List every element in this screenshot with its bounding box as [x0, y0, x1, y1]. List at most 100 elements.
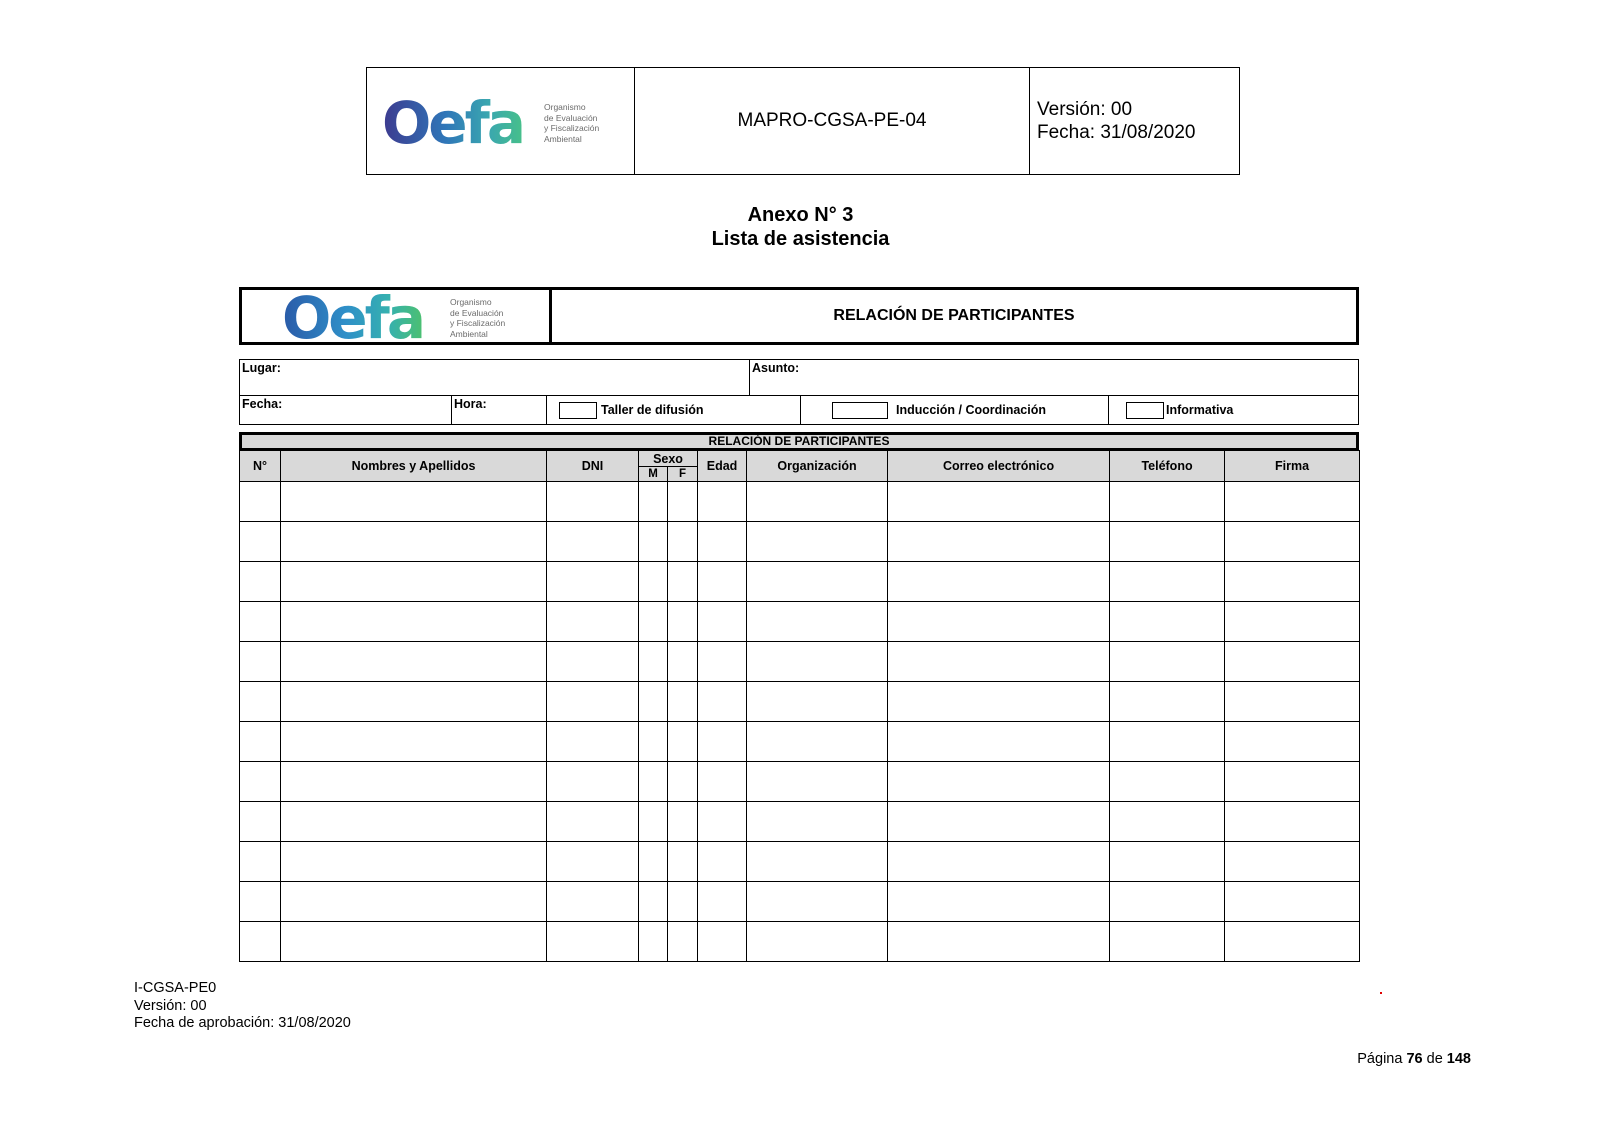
participant-cell[interactable]: [1224, 601, 1361, 642]
participant-cell[interactable]: [1224, 921, 1361, 962]
participant-cell[interactable]: [1109, 721, 1226, 762]
participant-cell[interactable]: [887, 601, 1111, 642]
participant-cell[interactable]: [746, 521, 889, 562]
participant-cell[interactable]: [666, 601, 699, 642]
participant-cell[interactable]: [1224, 841, 1361, 882]
participant-cell[interactable]: [280, 801, 547, 842]
participant-cell[interactable]: [280, 841, 547, 882]
participant-cell[interactable]: [1109, 681, 1226, 722]
participant-cell[interactable]: [239, 601, 281, 642]
lugar-field[interactable]: Lugar:: [240, 360, 750, 395]
participant-cell[interactable]: [666, 721, 699, 762]
participant-cell[interactable]: [887, 921, 1111, 962]
participant-cell[interactable]: [697, 681, 748, 722]
participant-cell[interactable]: [280, 561, 547, 602]
participant-cell[interactable]: [1224, 801, 1361, 842]
participant-cell[interactable]: [746, 561, 889, 602]
participant-cell[interactable]: [697, 641, 748, 682]
participant-cell[interactable]: [666, 641, 699, 682]
participant-cell[interactable]: [239, 841, 281, 882]
participant-cell[interactable]: [239, 681, 281, 722]
participant-cell[interactable]: [666, 561, 699, 602]
participant-cell[interactable]: [887, 481, 1111, 522]
participant-cell[interactable]: [887, 801, 1111, 842]
participant-cell[interactable]: [638, 801, 668, 842]
participant-cell[interactable]: [697, 481, 748, 522]
participant-cell[interactable]: [746, 801, 889, 842]
participant-cell[interactable]: [697, 881, 748, 922]
participant-cell[interactable]: [239, 881, 281, 922]
participant-cell[interactable]: [666, 881, 699, 922]
participant-cell[interactable]: [666, 521, 699, 562]
participant-cell[interactable]: [638, 681, 668, 722]
participant-cell[interactable]: [1224, 641, 1361, 682]
participant-cell[interactable]: [239, 561, 281, 602]
participant-cell[interactable]: [666, 921, 699, 962]
participant-cell[interactable]: [280, 721, 547, 762]
participant-cell[interactable]: [666, 801, 699, 842]
participant-cell[interactable]: [887, 841, 1111, 882]
participant-cell[interactable]: [1109, 841, 1226, 882]
participant-cell[interactable]: [887, 561, 1111, 602]
participant-cell[interactable]: [1224, 721, 1361, 762]
participant-cell[interactable]: [280, 921, 547, 962]
participant-cell[interactable]: [239, 801, 281, 842]
participant-cell[interactable]: [666, 761, 699, 802]
participant-cell[interactable]: [1109, 761, 1226, 802]
participant-cell[interactable]: [697, 801, 748, 842]
induccion-checkbox[interactable]: [832, 401, 888, 419]
participant-cell[interactable]: [746, 841, 889, 882]
asunto-field[interactable]: Asunto:: [750, 360, 1358, 395]
participant-cell[interactable]: [697, 521, 748, 562]
participant-cell[interactable]: [1109, 881, 1226, 922]
participant-cell[interactable]: [546, 881, 639, 922]
participant-cell[interactable]: [1224, 481, 1361, 522]
participant-cell[interactable]: [280, 881, 547, 922]
participant-cell[interactable]: [887, 721, 1111, 762]
participant-cell[interactable]: [1224, 681, 1361, 722]
participant-cell[interactable]: [280, 481, 547, 522]
participant-cell[interactable]: [1109, 641, 1226, 682]
participant-cell[interactable]: [666, 681, 699, 722]
participant-cell[interactable]: [746, 481, 889, 522]
participant-cell[interactable]: [546, 721, 639, 762]
participant-cell[interactable]: [546, 521, 639, 562]
option-induccion[interactable]: Inducción / Coordinación: [801, 396, 1109, 424]
participant-cell[interactable]: [280, 521, 547, 562]
participant-cell[interactable]: [280, 681, 547, 722]
taller-checkbox[interactable]: [559, 401, 597, 419]
participant-cell[interactable]: [1109, 601, 1226, 642]
participant-cell[interactable]: [546, 561, 639, 602]
participant-cell[interactable]: [638, 601, 668, 642]
participant-cell[interactable]: [638, 641, 668, 682]
participant-cell[interactable]: [746, 641, 889, 682]
participant-cell[interactable]: [697, 761, 748, 802]
participant-cell[interactable]: [1109, 561, 1226, 602]
participant-cell[interactable]: [638, 841, 668, 882]
participant-cell[interactable]: [1109, 801, 1226, 842]
participant-cell[interactable]: [239, 641, 281, 682]
participant-cell[interactable]: [546, 841, 639, 882]
hora-field[interactable]: Hora:: [452, 396, 547, 424]
participant-cell[interactable]: [746, 601, 889, 642]
participant-cell[interactable]: [239, 921, 281, 962]
participant-cell[interactable]: [239, 761, 281, 802]
participant-cell[interactable]: [546, 761, 639, 802]
participant-cell[interactable]: [546, 641, 639, 682]
participant-cell[interactable]: [697, 601, 748, 642]
fecha-field[interactable]: Fecha:: [240, 396, 452, 424]
participant-cell[interactable]: [1224, 521, 1361, 562]
participant-cell[interactable]: [280, 641, 547, 682]
participant-cell[interactable]: [697, 721, 748, 762]
participant-cell[interactable]: [1224, 561, 1361, 602]
participant-cell[interactable]: [546, 921, 639, 962]
participant-cell[interactable]: [1109, 481, 1226, 522]
option-informativa[interactable]: Informativa: [1109, 396, 1358, 424]
participant-cell[interactable]: [1109, 521, 1226, 562]
participant-cell[interactable]: [887, 521, 1111, 562]
participant-cell[interactable]: [887, 641, 1111, 682]
participant-cell[interactable]: [638, 921, 668, 962]
participant-cell[interactable]: [546, 601, 639, 642]
participant-cell[interactable]: [638, 521, 668, 562]
participant-cell[interactable]: [239, 721, 281, 762]
